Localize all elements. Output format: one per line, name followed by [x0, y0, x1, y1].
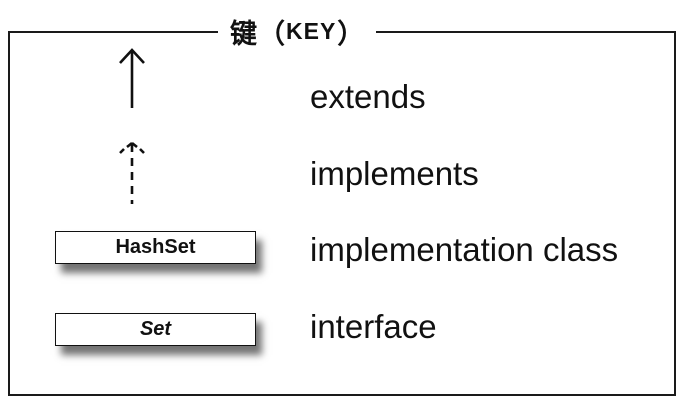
legend-label-extends: extends: [310, 78, 426, 115]
key-title-cjk: 键: [230, 18, 258, 50]
class-box-hashset: HashSet: [55, 231, 256, 264]
legend-label-implementation-class: implementation class: [310, 231, 619, 268]
key-title-text: KEY: [286, 17, 337, 44]
key-title-open-paren: （: [258, 18, 285, 50]
legend-label-interface: interface: [310, 308, 437, 345]
dashed-arrow-icon: [119, 141, 145, 204]
key-title-close-paren: ）: [337, 18, 365, 50]
key-title: 键 （ KEY ）: [218, 12, 377, 50]
interface-box-set: Set: [55, 313, 256, 346]
solid-arrow-icon: [119, 48, 145, 108]
legend-label-implements: implements: [310, 155, 479, 192]
